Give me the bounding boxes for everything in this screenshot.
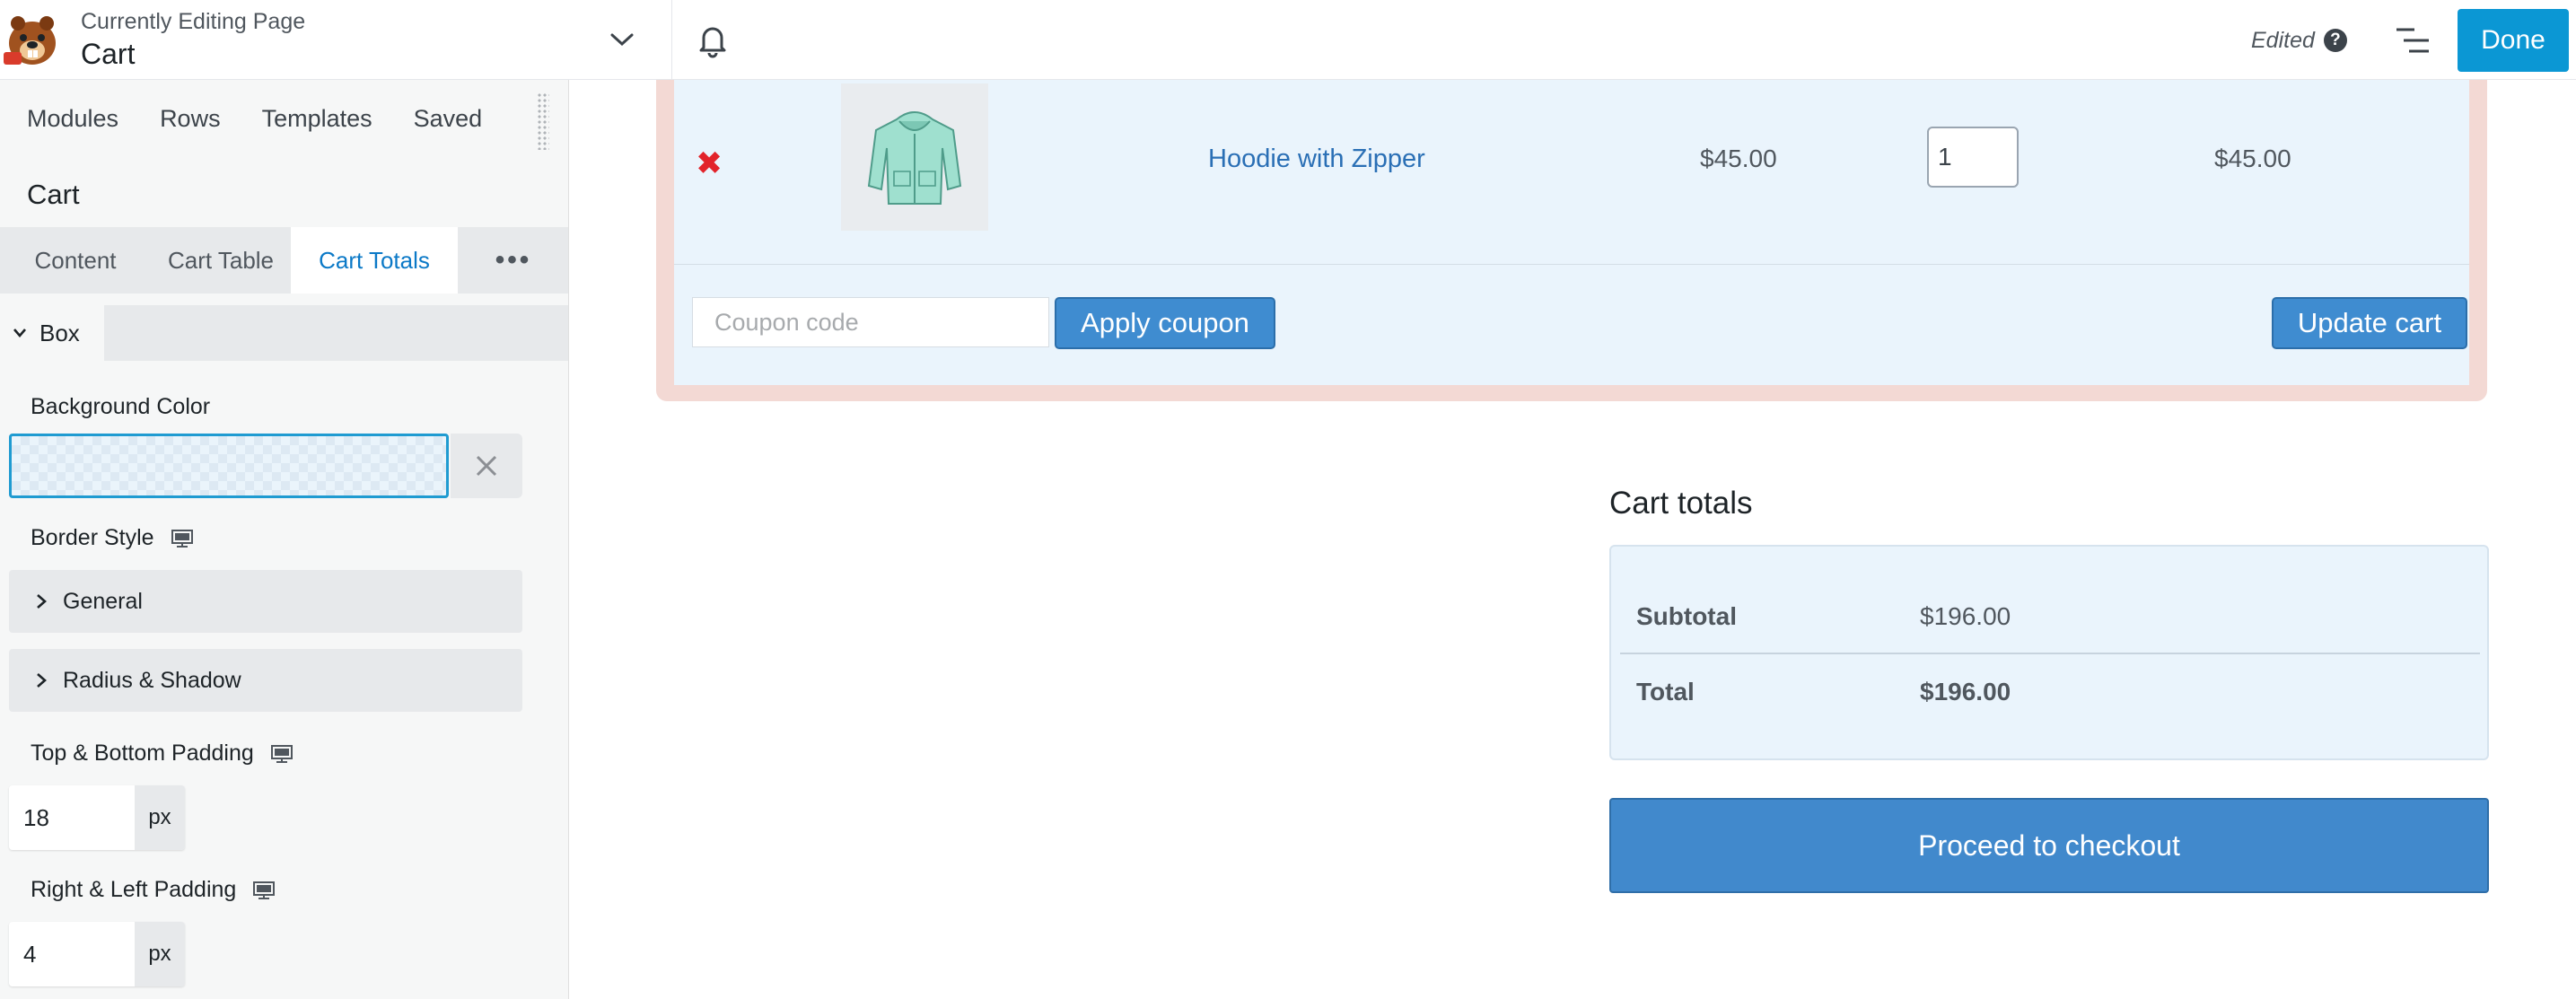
done-button[interactable]: Done xyxy=(2458,9,2569,72)
product-price: $45.00 xyxy=(1700,145,1777,172)
section-title: Box xyxy=(39,319,80,346)
subtotal-row: Subtotal $196.00 xyxy=(1620,577,2480,653)
drag-handle[interactable] xyxy=(537,92,549,150)
border-radius-shadow-toggle[interactable]: Radius & Shadow xyxy=(9,649,522,712)
top-bar: Currently Editing Page Cart Edited ? Don… xyxy=(0,0,2576,80)
background-color-label-text: Background Color xyxy=(31,394,211,419)
content-panel-tabs: Modules Rows Templates Saved xyxy=(27,105,523,133)
top-bottom-padding-input[interactable] xyxy=(9,785,135,850)
tab-modules[interactable]: Modules xyxy=(27,105,118,133)
desktop-icon[interactable] xyxy=(252,881,276,900)
outline-list-icon[interactable] xyxy=(2391,20,2434,61)
total-row: Total $196.00 xyxy=(1620,653,2480,728)
right-left-padding-field: px xyxy=(9,922,185,986)
cart-totals-heading: Cart totals xyxy=(1609,486,1753,521)
right-left-padding-label-text: Right & Left Padding xyxy=(31,877,237,902)
right-left-padding-label: Right & Left Padding xyxy=(31,877,276,903)
top-bottom-padding-field: px xyxy=(9,785,185,850)
top-bottom-padding-label: Top & Bottom Padding xyxy=(31,740,294,767)
cart-item-row: ✖ Hoodie with Zipper $45.00 $45.00 xyxy=(674,80,2469,265)
border-general-label: General xyxy=(63,588,143,614)
cart-totals-box: Subtotal $196.00 Total $196.00 xyxy=(1609,545,2489,760)
total-label: Total xyxy=(1636,678,1695,705)
product-thumbnail[interactable] xyxy=(841,83,988,231)
apply-coupon-button[interactable]: Apply coupon xyxy=(1055,297,1275,349)
editing-label: Currently Editing Page xyxy=(81,9,306,34)
module-title: Cart xyxy=(27,179,80,210)
close-icon[interactable] xyxy=(451,434,522,498)
settings-tabs: Content Cart Table Cart Totals ••• xyxy=(0,227,568,294)
section-header: Box xyxy=(0,305,568,361)
page-selector[interactable]: Currently Editing Page Cart xyxy=(0,0,672,80)
border-style-label-text: Border Style xyxy=(31,525,154,550)
product-name-link[interactable]: Hoodie with Zipper xyxy=(1208,145,1425,174)
tab-cart-totals[interactable]: Cart Totals xyxy=(291,227,458,294)
remove-x-icon[interactable]: ✖ xyxy=(696,145,723,182)
chevron-right-icon xyxy=(37,673,47,688)
page-title: Cart xyxy=(81,38,136,70)
beaver-logo xyxy=(4,16,56,65)
background-color-label: Background Color xyxy=(31,394,210,420)
right-left-padding-input[interactable] xyxy=(9,922,135,986)
total-value: $196.00 xyxy=(1920,678,2011,705)
desktop-icon[interactable] xyxy=(270,744,294,764)
chevron-right-icon xyxy=(37,594,47,609)
page-canvas: ✖ Hoodie with Zipper $45.00 $45.00 Apply… xyxy=(570,80,2576,999)
coupon-code-input[interactable] xyxy=(692,297,1049,347)
background-color-picker[interactable] xyxy=(9,434,449,498)
proceed-to-checkout-button[interactable]: Proceed to checkout xyxy=(1609,798,2489,893)
subtotal-label: Subtotal xyxy=(1636,602,1737,630)
product-subtotal: $45.00 xyxy=(2214,145,2291,172)
subtotal-value: $196.00 xyxy=(1920,602,2011,630)
ellipsis-icon[interactable]: ••• xyxy=(458,227,568,294)
question-icon[interactable]: ? xyxy=(2323,29,2347,52)
desktop-icon[interactable] xyxy=(171,529,194,548)
settings-sidebar: Modules Rows Templates Saved Cart Conten… xyxy=(0,80,569,999)
quantity-input[interactable] xyxy=(1927,127,2019,188)
chevron-down-icon xyxy=(13,329,26,337)
edited-status-text: Edited xyxy=(2251,27,2315,53)
edit-status: Edited ? xyxy=(2251,25,2347,56)
border-radius-shadow-label: Radius & Shadow xyxy=(63,667,241,693)
unit-label: px xyxy=(135,785,185,850)
update-cart-button[interactable]: Update cart xyxy=(2272,297,2467,349)
tab-rows[interactable]: Rows xyxy=(160,105,221,133)
tab-templates[interactable]: Templates xyxy=(262,105,372,133)
tab-cart-table[interactable]: Cart Table xyxy=(151,227,291,294)
cart-table: ✖ Hoodie with Zipper $45.00 $45.00 Apply… xyxy=(674,80,2469,385)
unit-label: px xyxy=(135,922,185,986)
tab-content[interactable]: Content xyxy=(0,227,151,294)
border-style-label: Border Style xyxy=(31,525,194,551)
section-toggle-box[interactable]: Box xyxy=(0,305,104,361)
top-bottom-padding-label-text: Top & Bottom Padding xyxy=(31,740,254,766)
chevron-down-icon[interactable] xyxy=(601,22,643,57)
border-general-toggle[interactable]: General xyxy=(9,570,522,633)
tab-saved[interactable]: Saved xyxy=(414,105,483,133)
bell-icon[interactable] xyxy=(691,18,734,63)
